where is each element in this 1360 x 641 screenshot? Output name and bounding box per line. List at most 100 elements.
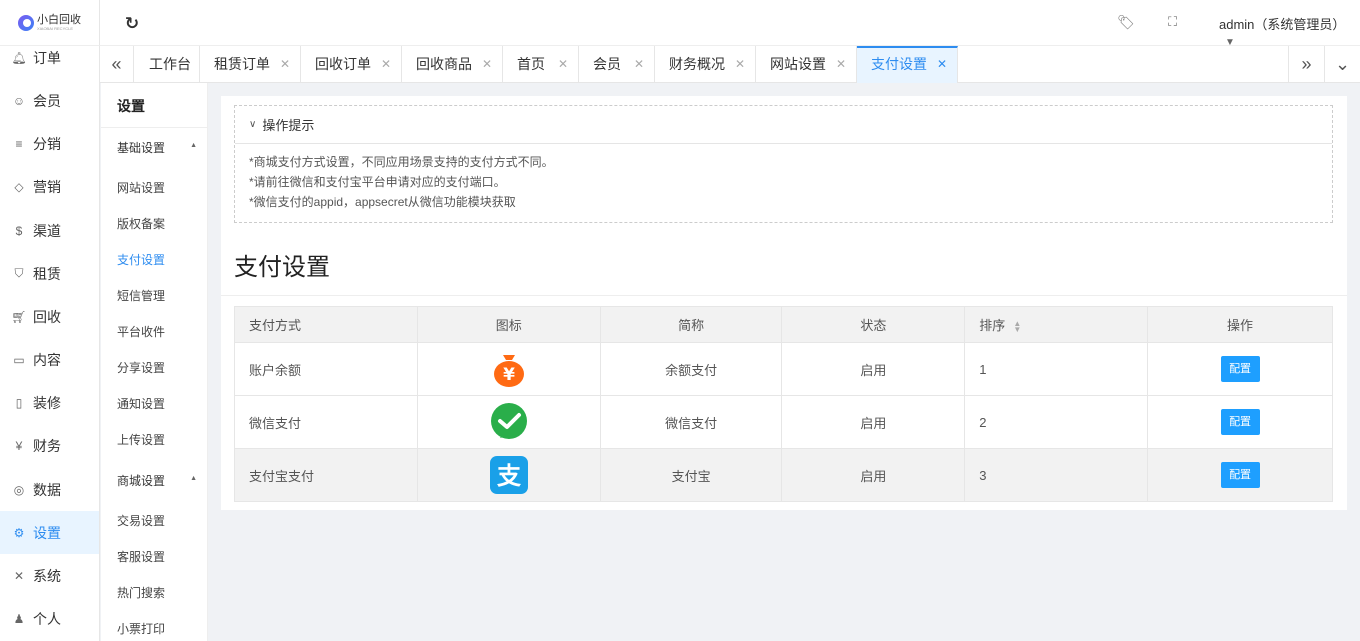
menu-item-distribution[interactable]: ≡ 分销 [0, 122, 99, 165]
cart-icon: 🛒︎ [11, 309, 27, 324]
submenu-item-service[interactable]: 客服设置 [117, 548, 165, 565]
globe-icon: ◎ [13, 482, 25, 497]
col-icon: 图标 [416, 306, 601, 343]
tabs-dropdown-icon[interactable]: ⌄ [1324, 46, 1360, 83]
page-title: 支付设置 [234, 254, 330, 281]
diamond-icon: ◇ [14, 179, 24, 194]
menu-item-recycle[interactable]: 🛒︎ 回收 [0, 295, 99, 338]
sort-icon[interactable]: ▲ ▼ [1013, 319, 1021, 333]
submenu-group-basic[interactable]: 基础设置 ▲ [117, 139, 203, 156]
cell-icon: ¥ [416, 342, 601, 396]
menu-item-system[interactable]: ✕ 系统 [0, 554, 99, 597]
tab-members[interactable]: 会员 ✕ [579, 46, 655, 83]
fullscreen-icon[interactable]: ⛶ [1168, 14, 1177, 30]
tabs-scroll-right-icon[interactable]: » [1288, 46, 1324, 83]
alipay-icon: 支 [489, 456, 528, 494]
tab-label: 首页 [517, 56, 545, 72]
menu-item-orders[interactable]: 🔔︎ 订单 [0, 46, 99, 79]
table-row: 账户余额 ¥ 余额支付 启用 1 配置 [234, 342, 1333, 396]
svg-text:支: 支 [497, 462, 522, 490]
menu-item-data[interactable]: ◎ 数据 [0, 468, 99, 511]
tab-site-settings[interactable]: 网站设置 ✕ [756, 46, 857, 83]
close-icon[interactable]: ✕ [634, 46, 644, 82]
menu-item-rental[interactable]: ⛉ 租赁 [0, 252, 99, 295]
dollar-icon: $ [15, 223, 23, 238]
submenu-item-share[interactable]: 分享设置 [117, 359, 165, 376]
app-logo[interactable]: 小白回收 XIAOBAI RECYCLE [0, 0, 100, 46]
col-status: 状态 [781, 306, 966, 343]
tab-bar: « 工作台 租赁订单 ✕ 回收订单 ✕ 回收商品 ✕ 首页 ✕ 会员 ✕ 财务概况 ✕ 网站… [100, 46, 1360, 83]
submenu-item-receipt-print[interactable]: 小票打印 [117, 620, 165, 637]
payment-table: 支付方式 图标 简称 状态 排序 ▲ ▼ 操作 账户余额 ¥ 余额支付 启用 1… [234, 306, 1333, 502]
table-row: 支付宝支付 支 支付宝 启用 3 配置 [234, 448, 1333, 502]
menu-item-label: 数据 [33, 481, 61, 498]
tab-label: 租赁订单 [214, 56, 270, 72]
tablet-icon: ▯ [15, 395, 23, 410]
submenu-item-upload[interactable]: 上传设置 [117, 431, 165, 448]
submenu-title: 设置 [117, 98, 145, 114]
menu-item-marketing[interactable]: ◇ 营销 [0, 165, 99, 208]
tab-finance-overview[interactable]: 财务概况 ✕ [655, 46, 756, 83]
balance-icon: ¥ [493, 355, 524, 387]
user-menu[interactable]: admin（系统管理员）▼ [1219, 14, 1360, 48]
tips-title: 操作提示 [262, 118, 315, 133]
cell-method: 账户余额 [234, 342, 418, 396]
submenu-item-site-settings[interactable]: 网站设置 [117, 179, 165, 196]
menu-item-decoration[interactable]: ▯ 装修 [0, 381, 99, 424]
menu-item-finance[interactable]: ¥ 财务 [0, 424, 99, 467]
tab-recycle-orders[interactable]: 回收订单 ✕ [301, 46, 402, 83]
menu-item-members[interactable]: ☺ 会员 [0, 79, 99, 122]
submenu-item-hot-search[interactable]: 热门搜索 [117, 584, 165, 601]
main-menu: 🔔︎ 订单 ☺ 会员 ≡ 分销 ◇ 营销 $ 渠道 ⛉ 租赁 🛒︎ 回收 ▭ 内容 ▯ 装修 ¥ 财… [0, 46, 100, 641]
tab-payment-settings[interactable]: 支付设置 ✕ [857, 46, 958, 83]
tab-home[interactable]: 首页 ✕ [503, 46, 579, 83]
svg-text:¥: ¥ [503, 365, 515, 385]
cell-action: 配置 [1147, 448, 1333, 502]
close-icon[interactable]: ✕ [558, 46, 568, 82]
tab-recycle-goods[interactable]: 回收商品 ✕ [402, 46, 503, 83]
col-method: 支付方式 [234, 306, 418, 343]
tip-line: *请前往微信和支付宝平台申请对应的支付端口。 [249, 175, 506, 189]
close-icon[interactable]: ✕ [482, 46, 492, 82]
submenu-item-receiving[interactable]: 平台收件 [117, 323, 165, 340]
close-icon[interactable]: ✕ [735, 46, 745, 82]
menu-item-label: 分销 [33, 135, 61, 152]
menu-item-content[interactable]: ▭ 内容 [0, 338, 99, 381]
menu-item-label: 个人 [33, 610, 61, 627]
tab-workbench[interactable]: 工作台 [135, 46, 200, 83]
book-icon: ▭ [13, 352, 25, 367]
tag-icon[interactable]: 🏷︎ [1117, 14, 1135, 31]
submenu-item-payment[interactable]: 支付设置 [117, 251, 165, 268]
menu-item-settings[interactable]: ⚙ 设置 [0, 511, 99, 554]
cell-icon [416, 395, 601, 449]
menu-item-personal[interactable]: ♟ 个人 [0, 597, 99, 640]
config-button[interactable]: 配置 [1220, 462, 1260, 488]
divider [101, 127, 208, 128]
tips-header[interactable]: ∨ 操作提示 [235, 106, 1332, 144]
menu-item-label: 渠道 [33, 222, 61, 239]
menu-item-channel[interactable]: $ 渠道 [0, 209, 99, 252]
bell-icon: 🔔︎ [11, 50, 27, 65]
config-button[interactable]: 配置 [1220, 356, 1260, 382]
refresh-icon[interactable]: ↻ [122, 14, 142, 34]
submenu-item-trade[interactable]: 交易设置 [117, 512, 165, 529]
col-action: 操作 [1147, 306, 1333, 343]
tab-label: 工作台 [149, 56, 191, 72]
tabs-scroll-left-icon[interactable]: « [100, 46, 134, 83]
cell-sort: 2 [964, 395, 1149, 449]
config-button[interactable]: 配置 [1220, 409, 1260, 435]
close-icon[interactable]: ✕ [280, 46, 290, 82]
cell-status: 启用 [781, 342, 966, 396]
submenu-item-notify[interactable]: 通知设置 [117, 395, 165, 412]
close-icon[interactable]: ✕ [381, 46, 391, 82]
submenu-group-mall[interactable]: 商城设置 ▲ [117, 472, 203, 489]
submenu-item-sms[interactable]: 短信管理 [117, 287, 165, 304]
close-icon[interactable]: ✕ [836, 46, 846, 82]
tab-rental-orders[interactable]: 租赁订单 ✕ [200, 46, 301, 83]
cell-icon: 支 [416, 448, 601, 502]
menu-item-label: 设置 [33, 524, 61, 541]
col-sort[interactable]: 排序 ▲ ▼ [964, 306, 1149, 343]
submenu-item-copyright[interactable]: 版权备案 [117, 215, 165, 232]
close-icon[interactable]: ✕ [937, 48, 947, 81]
tip-line: *微信支付的appid，appsecret从微信功能模块获取 [249, 195, 516, 209]
